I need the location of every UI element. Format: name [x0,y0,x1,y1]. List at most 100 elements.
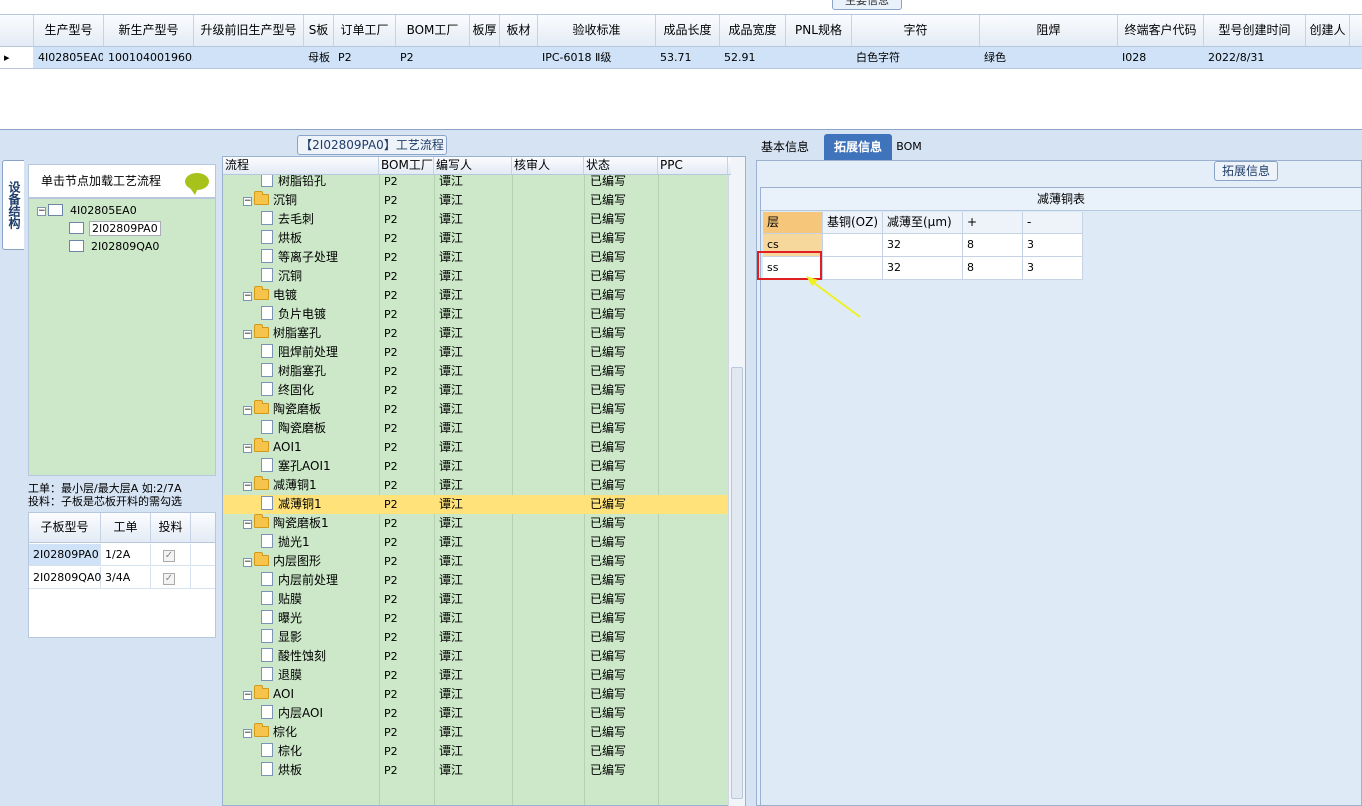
col-thin-to[interactable]: 减薄至(μm) [883,212,963,234]
table-row[interactable]: 阻焊前处理 P2 谭江 已编写 [223,343,729,362]
vertical-splitter[interactable] [746,136,754,806]
col-header[interactable]: 新生产型号 [104,15,194,46]
col-bom-factory[interactable]: BOM工厂 [379,157,434,174]
tab-extended-info[interactable]: 拓展信息 [824,134,892,160]
table-row[interactable]: 酸性蚀刻 P2 谭江 已编写 [223,647,729,666]
col-header[interactable]: BOM工厂 [396,15,470,46]
table-row[interactable]: 抛光1 P2 谭江 已编写 [223,533,729,552]
table-row[interactable]: 内层AOI P2 谭江 已编写 [223,704,729,723]
collapse-icon[interactable]: − [243,482,252,491]
collapse-icon[interactable]: − [243,197,252,206]
col-process[interactable]: 流程 [223,157,379,174]
base-copper-cell[interactable] [823,234,883,257]
col-header[interactable]: 成品长度 [656,15,720,46]
col-header[interactable]: 生产型号 [34,15,104,46]
table-row[interactable]: 烘板 P2 谭江 已编写 [223,761,729,780]
table-row[interactable]: 退膜 P2 谭江 已编写 [223,666,729,685]
col-reviewer[interactable]: 核审人 [512,157,584,174]
table-row[interactable]: 2I02809PA0 1/2A ✓ [29,544,215,566]
table-row[interactable]: 2I02809QA0 3/4A ✓ [29,567,215,589]
table-row[interactable]: 树脂塞孔 P2 谭江 已编写 [223,362,729,381]
table-row[interactable]: − 减薄铜1 P2 谭江 已编写 [223,476,729,495]
collapse-icon[interactable]: − [37,207,46,216]
collapse-icon[interactable]: − [243,330,252,339]
collapse-icon[interactable]: − [243,729,252,738]
table-row[interactable]: 贴膜 P2 谭江 已编写 [223,590,729,609]
tree-root[interactable]: − 4I02805EA0 [37,203,139,219]
thin-to-cell[interactable]: 32 [883,234,963,257]
table-row[interactable]: − AOI1 P2 谭江 已编写 [223,438,729,457]
table-row[interactable]: − 沉铜 P2 谭江 已编写 [223,191,729,210]
bom-factory-cell: P2 [384,308,398,321]
table-row[interactable]: − AOI P2 谭江 已编写 [223,685,729,704]
col-header[interactable]: 型号创建时间 [1204,15,1306,46]
feed-checkbox[interactable]: ✓ [163,573,175,585]
table-row[interactable]: 等离子处理 P2 谭江 已编写 [223,248,729,267]
bom-factory-cell: P2 [384,213,398,226]
table-row[interactable]: 去毛刺 P2 谭江 已编写 [223,210,729,229]
col-header[interactable]: 终端客户代码 [1118,15,1204,46]
col-header[interactable]: PNL规格 [786,15,852,46]
col-header[interactable]: 阻焊 [980,15,1118,46]
col-ppc[interactable]: PPC [658,157,728,174]
table-row[interactable]: 终固化 P2 谭江 已编写 [223,381,729,400]
col-base-copper[interactable]: 基铜(OZ) [823,212,883,234]
process-flow-scrollbar[interactable] [728,157,745,806]
scrollbar-thumb[interactable] [731,367,743,799]
table-row[interactable]: − 棕化 P2 谭江 已编写 [223,723,729,742]
collapse-icon[interactable]: − [243,406,252,415]
collapse-icon[interactable]: − [243,558,252,567]
col-minus[interactable]: - [1023,212,1083,234]
col-header[interactable]: 创建人 [1306,15,1350,46]
table-row[interactable]: − 树脂塞孔 P2 谭江 已编写 [223,324,729,343]
col-status[interactable]: 状态 [584,157,658,174]
table-row[interactable]: − 陶瓷磨板1 P2 谭江 已编写 [223,514,729,533]
collapse-icon[interactable]: − [243,691,252,700]
tab-bom[interactable]: BOM [894,134,924,160]
col-header[interactable]: 板材 [500,15,538,46]
col-author[interactable]: 编写人 [434,157,512,174]
minus-cell[interactable]: 3 [1023,234,1083,257]
row-cell [470,47,500,68]
col-header[interactable]: S板 [304,15,334,46]
col-header[interactable]: 验收标准 [538,15,656,46]
process-step-cell: 显影 [223,628,379,647]
tree-node-2i02809qa0[interactable]: 2I02809QA0 [69,239,161,255]
tree-node-2i02809pa0[interactable]: 2I02809PA0 [69,221,161,237]
table-row[interactable]: 曝光 P2 谭江 已编写 [223,609,729,628]
col-layer[interactable]: 层 [763,212,823,234]
col-header[interactable]: 成品宽度 [720,15,786,46]
collapse-icon[interactable]: − [243,292,252,301]
col-order[interactable]: 工单 [101,513,151,542]
table-row[interactable]: 内层前处理 P2 谭江 已编写 [223,571,729,590]
table-row[interactable]: − 陶瓷磨板 P2 谭江 已编写 [223,400,729,419]
table-row[interactable]: 负片电镀 P2 谭江 已编写 [223,305,729,324]
col-feed[interactable]: 投料 [151,513,191,542]
plus-cell[interactable]: 8 [963,257,1023,280]
col-sub-model[interactable]: 子板型号 [29,513,101,542]
table-row[interactable]: 塞孔AOI1 P2 谭江 已编写 [223,457,729,476]
side-tab-device-structure[interactable]: 设备结构 [2,160,24,250]
col-plus[interactable]: + [963,212,1023,234]
feed-checkbox[interactable]: ✓ [163,550,175,562]
tab-basic-info[interactable]: 基本信息 [754,134,816,160]
table-row[interactable]: − 内层图形 P2 谭江 已编写 [223,552,729,571]
collapse-icon[interactable]: − [243,520,252,529]
table-row[interactable]: 沉铜 P2 谭江 已编写 [223,267,729,286]
table-row[interactable]: 陶瓷磨板 P2 谭江 已编写 [223,419,729,438]
collapse-icon[interactable]: − [243,444,252,453]
col-header[interactable]: 升级前旧生产型号 [194,15,304,46]
plus-cell[interactable]: 8 [963,234,1023,257]
table-row[interactable]: 显影 P2 谭江 已编写 [223,628,729,647]
col-header[interactable]: 字符 [852,15,980,46]
col-header[interactable]: 板厚 [470,15,500,46]
main-info-row[interactable]: ▸4I02805EA010010400196056母板P2P2IPC-6018 … [0,47,1362,69]
table-row[interactable]: 减薄铜1 P2 谭江 已编写 [223,495,729,514]
table-row[interactable]: 烘板 P2 谭江 已编写 [223,229,729,248]
table-row[interactable]: − 电镀 P2 谭江 已编写 [223,286,729,305]
table-row[interactable]: 棕化 P2 谭江 已编写 [223,742,729,761]
status-cell: 已编写 [590,307,627,321]
col-header[interactable]: 订单工厂 [334,15,396,46]
minus-cell[interactable]: 3 [1023,257,1083,280]
thin-to-cell[interactable]: 32 [883,257,963,280]
